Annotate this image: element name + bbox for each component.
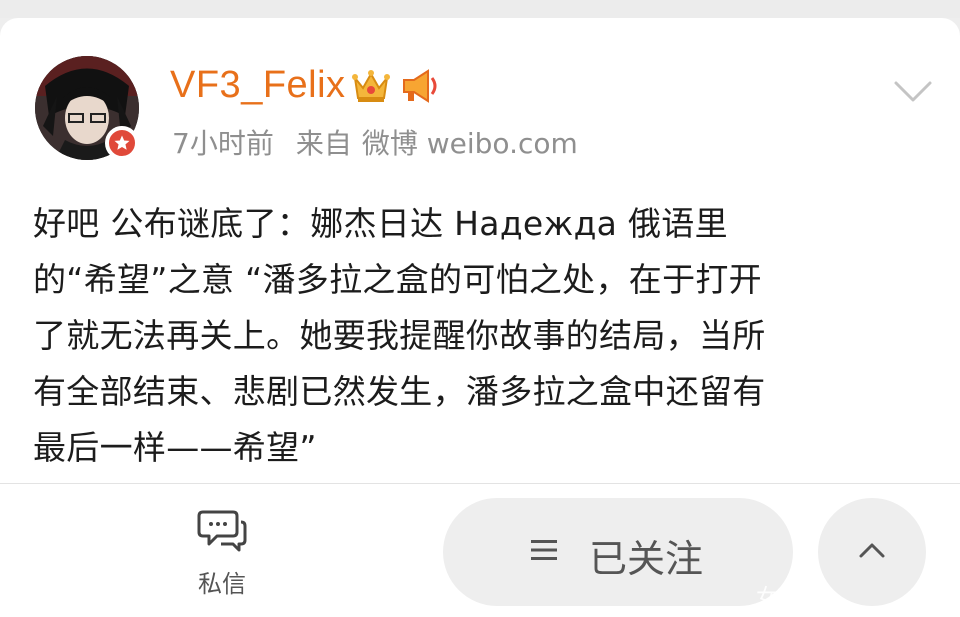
watermark: 女前诗 [756,586,823,606]
post-text-line: 有全部结束、悲剧已然发生，潘多拉之盒中还留有 [33,372,766,411]
post-source[interactable]: 微博 weibo.com [362,127,578,160]
post-time: 7小时前 [172,127,274,160]
follow-label: 已关注 [589,537,704,581]
chevron-up-icon [859,543,885,558]
megaphone-icon [398,66,440,110]
message-icon [197,510,247,552]
post-source-prefix: 来自 [295,127,352,160]
post-text-line: 好吧 公布谜底了：娜杰日达 Надежда 俄语里 [33,204,728,243]
message-button[interactable]: 私信 [185,508,259,598]
post-text: 好吧 公布谜底了：娜杰日达 Надежда 俄语里 的“希望”之意 “潘多拉之盒… [33,196,913,476]
chevron-down-icon[interactable] [893,80,933,108]
top-strip [0,0,960,18]
post-meta: 7小时前 来自 微博 weibo.com [172,122,600,162]
post-card: VF3_Felix 7小时前 来自 微博 weibo.com 好吧 公布谜底了：娜杰… [0,18,960,483]
menu-icon [531,538,557,566]
bottom-action-bar: 私信 已关注 女前诗 [0,483,960,617]
crown-icon [351,66,391,110]
username[interactable]: VF3_Felix [170,64,346,107]
verified-star-icon [105,126,139,160]
message-label: 私信 [198,570,246,598]
post-text-line: 的“希望”之意 “潘多拉之盒的可怕之处，在于打开 [33,260,762,299]
post-text-line: 最后一样——希望” [33,428,317,467]
follow-button[interactable]: 已关注 [443,498,793,606]
post-text-line: 了就无法再关上。她要我提醒你故事的结局，当所 [33,316,766,355]
